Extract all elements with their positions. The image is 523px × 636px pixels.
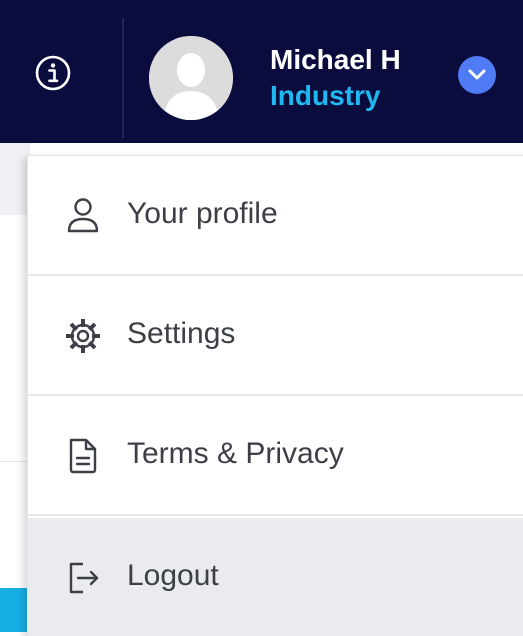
user-name: Michael H: [270, 44, 401, 75]
top-header-bar: Michael H Industry: [0, 0, 523, 143]
user-menu-toggle-button[interactable]: [458, 56, 496, 94]
avatar-placeholder-icon: [149, 36, 233, 120]
header-divider: [122, 18, 124, 138]
menu-item-terms-privacy[interactable]: Terms & Privacy: [28, 396, 523, 516]
menu-item-label: Logout: [127, 559, 219, 592]
logout-icon: [69, 562, 99, 594]
info-icon[interactable]: [34, 54, 72, 92]
menu-item-settings[interactable]: Settings: [28, 276, 523, 396]
user-role: Industry: [270, 80, 381, 111]
user-dropdown-menu: Your profile Settings Terms & Privacy Lo…: [27, 155, 523, 636]
user-icon: [67, 198, 99, 233]
gear-icon: [66, 319, 100, 353]
menu-item-label: Settings: [127, 317, 236, 350]
background-page-divider: [0, 461, 30, 462]
avatar[interactable]: [149, 36, 233, 120]
document-icon: [69, 438, 97, 474]
menu-item-your-profile[interactable]: Your profile: [28, 156, 523, 276]
menu-item-label: Terms & Privacy: [127, 437, 344, 470]
chevron-down-icon: [468, 69, 486, 80]
background-page-header: [0, 143, 30, 215]
menu-item-logout[interactable]: Logout: [28, 518, 523, 636]
menu-item-label: Your profile: [127, 197, 278, 230]
background-page-accent: [0, 588, 30, 632]
